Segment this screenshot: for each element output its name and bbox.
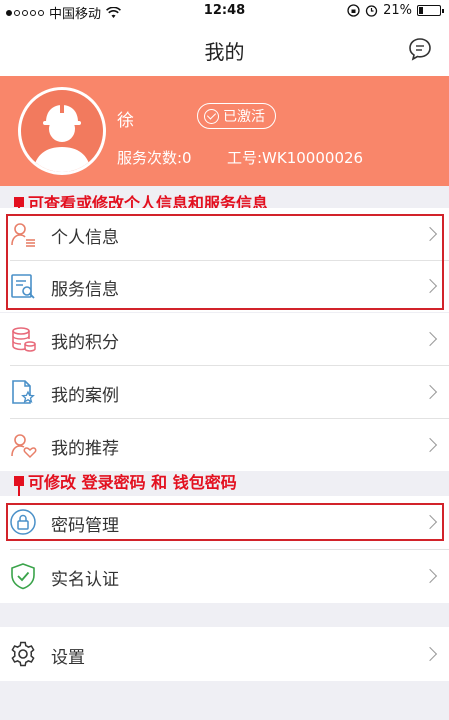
activated-badge: 已激活 [197,103,276,129]
shield-check-icon [11,563,35,590]
battery-percent: 21% [383,3,412,18]
avatar[interactable] [18,87,106,175]
menu-item-points[interactable]: 我的积分 [0,313,449,365]
highlight-box [6,503,444,541]
chevron-right-icon [422,568,438,584]
chevron-right-icon [422,331,438,347]
annotation-password: 可修改 登录密码 和 钱包密码 [14,469,237,493]
settings-section: 设置 [0,627,449,681]
menu-item-referrals[interactable]: 我的推荐 [0,419,449,471]
status-bar: 中国移动 12:48 21% [0,0,449,22]
service-count: 服务次数:0 [117,149,192,167]
status-right: 21% [347,3,444,18]
alarm-icon [365,5,378,17]
menu-item-cases[interactable]: 我的案例 [0,366,449,418]
menu-item-real-name[interactable]: 实名认证 [0,550,449,603]
activity-section: 我的积分 我的案例 我的推荐 [0,313,449,471]
user-name: 徐 [117,111,134,131]
page-title: 我的 [204,40,245,64]
points-label: 我的积分 [51,333,119,353]
document-star-icon [12,380,35,404]
battery-icon [417,5,444,16]
message-icon[interactable] [407,36,433,62]
user-heart-icon [11,434,37,459]
highlight-box [6,214,444,310]
rotation-lock-icon [347,4,360,17]
profile-header[interactable]: 徐 已激活 服务次数:0 工号:WK10000026 [0,76,449,186]
gear-icon [11,641,35,667]
cases-label: 我的案例 [51,386,119,406]
chevron-right-icon [422,437,438,453]
employee-id: 工号:WK10000026 [227,149,364,167]
coins-stack-icon [12,327,36,352]
menu-item-settings[interactable]: 设置 [0,627,449,681]
activated-label: 已激活 [223,109,265,125]
referrals-label: 我的推荐 [51,439,119,459]
battery-fill [419,7,424,14]
nav-bar: 我的 [0,22,449,76]
settings-label: 设置 [51,648,85,668]
real-name-label: 实名认证 [51,570,119,590]
annotation-password-text: 可修改 登录密码 和 钱包密码 [28,473,237,492]
check-circle-icon [204,108,219,124]
chevron-right-icon [422,646,438,662]
worker-avatar-icon [33,104,91,172]
chevron-right-icon [422,384,438,400]
